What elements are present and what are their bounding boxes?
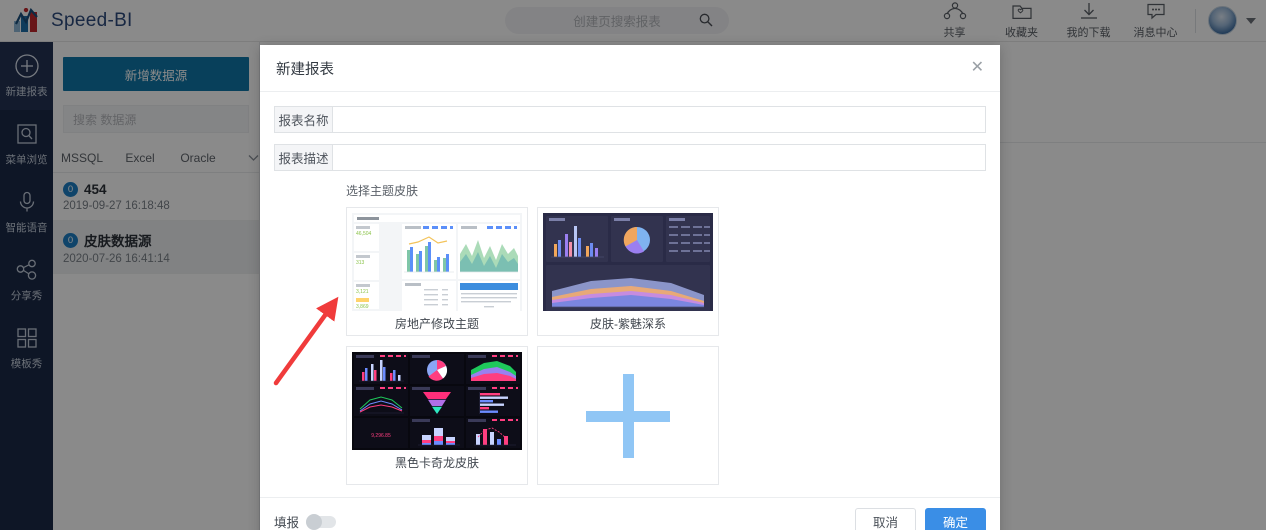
skin-thumbnail-black: 9,296.85 [352, 352, 522, 450]
new-report-dialog: 新建报表 ✕ 报表名称 报表描述 选择主题皮肤 46,504 313 3,121… [260, 45, 1000, 530]
fill-report-toggle[interactable] [306, 513, 337, 530]
skin-card-black-label: 黑色卡奇龙皮肤 [394, 455, 479, 470]
skin-card-light[interactable]: 46,504 313 3,1213,869 1,2871,588 2,4833,… [346, 207, 528, 336]
skin-section-label: 选择主题皮肤 [346, 184, 419, 198]
report-desc-field: 报表描述 [274, 144, 986, 171]
report-desc-input[interactable] [332, 144, 986, 171]
confirm-button[interactable]: 确定 [924, 507, 986, 530]
skin-thumbnail-light: 46,504 313 3,1213,869 1,2871,588 2,4833,… [352, 213, 522, 311]
skin-card-dark-purple-label: 皮肤-紫魅深系 [590, 316, 666, 331]
dialog-header: 新建报表 ✕ [260, 45, 1000, 92]
skin-card-light-label: 房地产修改主题 [394, 316, 479, 331]
footer-buttons: 取消 确定 [854, 507, 986, 530]
skin-card-dark-purple[interactable]: 皮肤-紫魅深系 [537, 207, 719, 336]
skin-card-list: 46,504 313 3,1213,869 1,2871,588 2,4833,… [346, 207, 906, 485]
skin-thumbnail-dark-purple [543, 213, 713, 311]
dialog-footer: 填报 取消 确定 [260, 497, 1000, 530]
report-desc-label: 报表描述 [274, 144, 332, 171]
dialog-title: 新建报表 [276, 61, 334, 78]
fill-report-label: 填报 [274, 516, 300, 530]
skin-card-black[interactable]: 9,296.85 黑色卡奇龙皮肤 [346, 346, 528, 485]
report-name-label: 报表名称 [274, 106, 332, 133]
dialog-body: 报表名称 报表描述 选择主题皮肤 46,504 313 3,121 3,869 … [260, 92, 1000, 497]
add-skin-card[interactable] [537, 346, 719, 485]
report-name-field: 报表名称 [274, 106, 986, 133]
app-root: Speed-BI 创建页搜索报表 共享 收藏夹 我的下载 消息中心 新建报表 菜… [0, 0, 1266, 530]
cancel-button[interactable]: 取消 [854, 507, 916, 530]
plus-icon [586, 373, 670, 458]
close-icon[interactable]: ✕ [971, 60, 984, 76]
report-name-input[interactable] [332, 106, 986, 133]
svg-text:9,296.85: 9,296.85 [371, 433, 391, 439]
